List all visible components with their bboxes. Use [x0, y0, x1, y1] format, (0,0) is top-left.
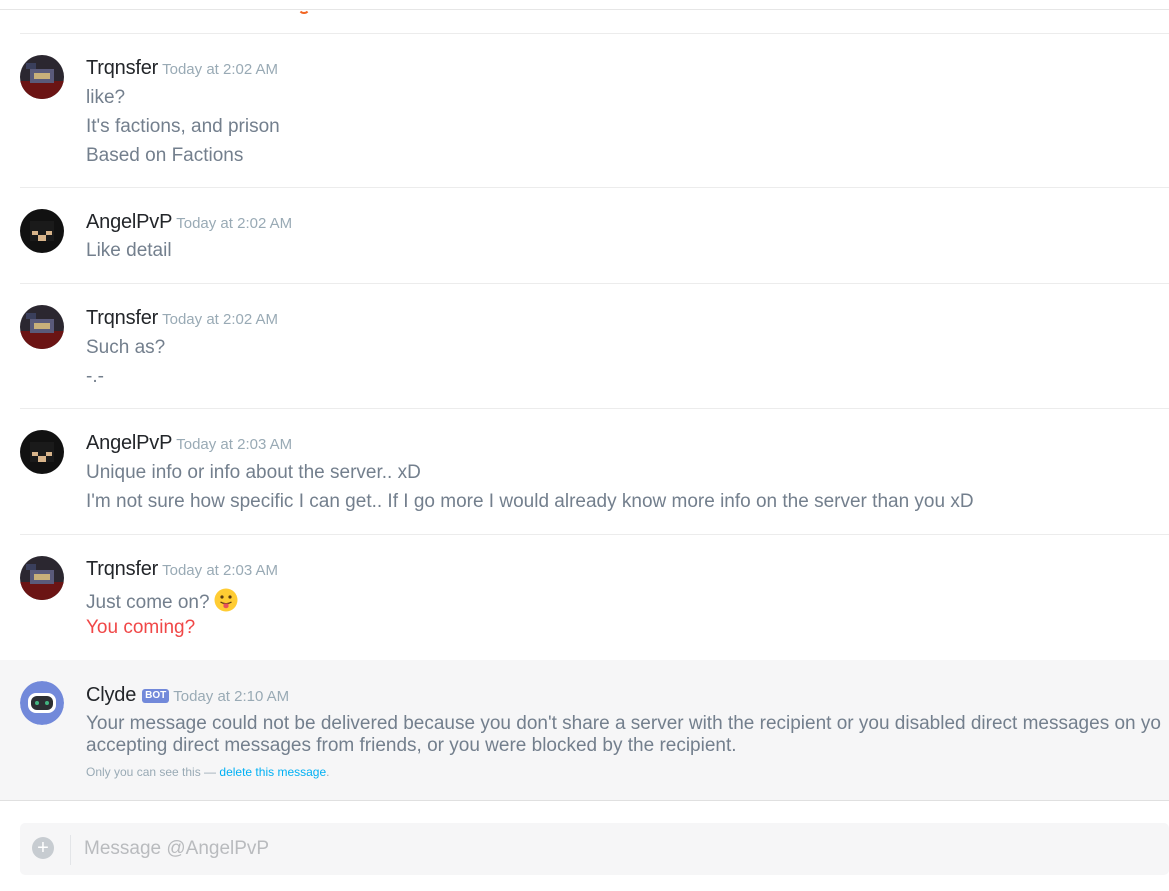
username[interactable]: Trqnsfer: [86, 558, 158, 580]
message-text: Based on Factions: [86, 145, 244, 166]
avatar[interactable]: [20, 209, 64, 253]
avatar[interactable]: [20, 305, 64, 349]
timestamp: Today at 2:03 AM: [176, 436, 293, 453]
message-text: I'm not sure how specific I can get.. If…: [86, 491, 974, 512]
message-input[interactable]: Message @AngelPvP: [84, 838, 269, 860]
username[interactable]: AngelPvP: [86, 211, 172, 233]
delete-message-link[interactable]: delete this message: [219, 765, 326, 779]
note-text: Only you can see this —: [86, 765, 220, 779]
message-text: -.-: [86, 366, 104, 387]
plus-circle-icon[interactable]: +: [32, 837, 54, 859]
message-text: You coming?: [86, 617, 196, 638]
message-group: Trqnsfer Today at 2:03 AM Just come on? Y…: [20, 534, 1169, 661]
timestamp: Today at 2:03 AM: [162, 562, 279, 579]
username[interactable]: Trqnsfer: [86, 57, 158, 79]
message-text: Just come on?: [86, 592, 210, 613]
divider: [0, 800, 1169, 801]
message-group: Trqnsfer Today at 2:02 AM Such as? -.-: [20, 283, 1169, 409]
timestamp: Today at 2:02 AM: [176, 215, 293, 232]
message-group: AngelPvP Today at 2:02 AM Like detail: [20, 187, 1169, 284]
message-header: Trqnsfer Today at 2:02 AM: [86, 307, 278, 330]
message-header: AngelPvP Today at 2:02 AM: [86, 211, 292, 234]
message-header: Trqnsfer Today at 2:03 AM: [86, 558, 278, 581]
ephemeral-note: Only you can see this — delete this mess…: [86, 765, 329, 779]
avatar[interactable]: [20, 556, 64, 600]
bot-message-group: Clyde BOT Today at 2:10 AM Your message co…: [0, 660, 1169, 800]
clyde-bot-avatar[interactable]: [20, 681, 64, 725]
message-text: like?: [86, 87, 126, 108]
message-header: Trqnsfer Today at 2:02 AM: [86, 57, 278, 80]
bot-tag: BOT: [142, 689, 170, 703]
message-composer[interactable]: + Message @AngelPvP: [20, 823, 1169, 875]
message-text: Your message could not be delivered beca…: [86, 713, 1161, 734]
avatar[interactable]: [20, 55, 64, 99]
timestamp: Today at 2:02 AM: [162, 61, 279, 78]
message-text: accepting direct messages from friends, …: [86, 735, 737, 756]
message-text: Unique info or info about the server.. x…: [86, 462, 421, 483]
divider: [70, 835, 71, 865]
avatar[interactable]: [20, 430, 64, 474]
timestamp: Today at 2:02 AM: [162, 311, 279, 328]
message-header: AngelPvP Today at 2:03 AM: [86, 432, 292, 455]
message-list[interactable]: Trqnsfer Today at 2:02 AM like? It's fact…: [0, 0, 1169, 800]
message-text: Like detail: [86, 240, 172, 261]
message-header: Clyde BOT Today at 2:10 AM: [86, 684, 289, 707]
username[interactable]: Trqnsfer: [86, 307, 158, 329]
username[interactable]: Clyde: [86, 684, 136, 706]
tongue-face-emoji-icon: [214, 588, 238, 612]
username[interactable]: AngelPvP: [86, 432, 172, 454]
message-text: It's factions, and prison: [86, 116, 280, 137]
message-text: Such as?: [86, 337, 166, 358]
message-group: AngelPvP Today at 2:03 AM Unique info or …: [20, 408, 1169, 535]
message-line: Just come on?: [86, 588, 238, 614]
timestamp: Today at 2:10 AM: [173, 688, 290, 705]
message-group: Trqnsfer Today at 2:02 AM like? It's fact…: [20, 33, 1169, 188]
note-suffix: .: [326, 765, 330, 779]
